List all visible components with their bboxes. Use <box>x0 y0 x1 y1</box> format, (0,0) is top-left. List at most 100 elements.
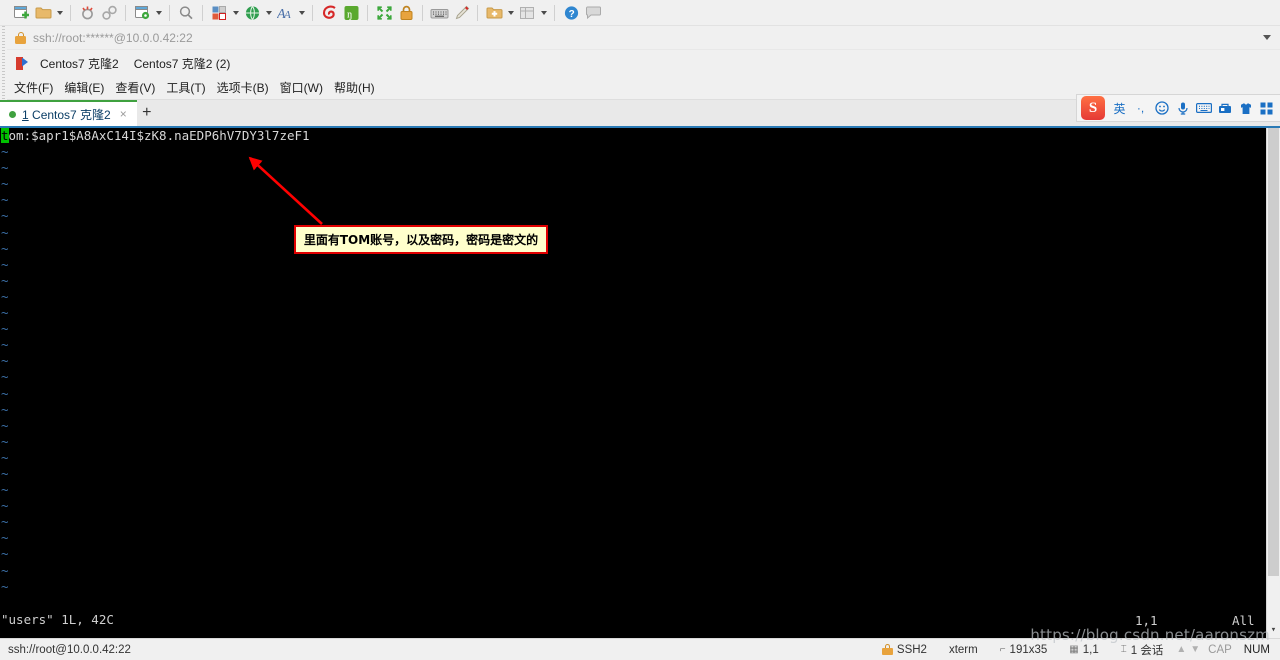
scroll-down-icon[interactable]: ▾ <box>1267 624 1280 636</box>
open-folder-icon[interactable] <box>32 2 54 24</box>
terminal-tilde-row: ~ <box>1 514 9 530</box>
terminal-line-text: om:$apr1$A8AxC14I$zK8.naEDP6hV7DY3l7zeF1 <box>8 128 310 143</box>
status-sessions: 1 会话 <box>1130 644 1164 657</box>
new-session-icon[interactable] <box>10 2 32 24</box>
padlock-icon[interactable] <box>395 2 417 24</box>
pen-icon[interactable] <box>450 2 472 24</box>
new-tab-button[interactable]: + <box>136 100 157 126</box>
bookmark-flag-icon <box>14 56 29 70</box>
terminal-text-area[interactable]: tom:$apr1$A8AxC14I$zK8.naEDP6hV7DY3l7zeF… <box>0 128 1266 638</box>
ime-mode-english-button[interactable]: 英 <box>1109 96 1130 120</box>
split-view-dropdown-icon[interactable] <box>538 2 549 24</box>
font-dropdown-icon[interactable] <box>296 2 307 24</box>
ime-punctuation-button[interactable]: ·, <box>1130 96 1151 120</box>
arrow-down-icon: ▼ <box>1190 644 1201 655</box>
ime-soft-keyboard-icon[interactable] <box>1193 96 1214 120</box>
terminal-tilde-row: ~ <box>1 144 9 160</box>
main-toolbar: A A ŋ ? <box>0 0 1280 26</box>
toolbar-separator <box>70 4 71 21</box>
tab-title: Centos7 克隆2 <box>28 107 111 122</box>
terminal-tilde-row: ~ <box>1 385 9 401</box>
toolbar-separator <box>554 4 555 21</box>
terminal-tilde-row: ~ <box>1 208 9 224</box>
vim-view-indicator: All <box>1232 613 1255 628</box>
session-properties-dropdown-icon[interactable] <box>153 2 164 24</box>
menu-edit[interactable]: 编辑(E) <box>64 79 115 96</box>
cursor-position-icon: ▦ <box>1069 644 1079 655</box>
address-bar[interactable]: ssh://root:******@10.0.0.42:22 <box>0 26 1280 50</box>
terminal-line-htpasswd: tom:$apr1$A8AxC14I$zK8.naEDP6hV7DY3l7zeF… <box>0 128 1266 144</box>
terminal-tilde-row: ~ <box>1 369 9 385</box>
link-icon[interactable] <box>98 2 120 24</box>
terminal-cursor: t <box>1 128 9 143</box>
status-size-cell: ⌐ 191x35 <box>989 644 1059 656</box>
bookmark-item-0[interactable]: Centos7 克隆2 <box>38 55 132 72</box>
tab-status-dot-icon <box>9 110 16 118</box>
annotation-callout: 里面有TOM账号，以及密码，密码是密文的 <box>294 225 548 254</box>
terminal-tilde-row: ~ <box>1 224 9 240</box>
terminal-tilde-row: ~ <box>1 417 9 433</box>
terminal-tilde-row: ~ <box>1 465 9 481</box>
terminal-tilde-row: ~ <box>1 321 9 337</box>
terminal-tilde-row: ~ <box>1 401 9 417</box>
ime-toolbox-icon[interactable] <box>1214 96 1235 120</box>
menu-file[interactable]: 文件(F) <box>14 79 64 96</box>
menu-tabs[interactable]: 选项卡(B) <box>217 79 280 96</box>
status-session-cell: ⌶ 1 会话 <box>1110 642 1175 658</box>
tab-index: 1 <box>22 107 29 122</box>
toolbar-separator <box>125 4 126 21</box>
menu-view[interactable]: 查看(V) <box>115 79 166 96</box>
terminal-scrollbar[interactable]: ▾ <box>1266 128 1280 638</box>
terminal-tilde-row: ~ <box>1 192 9 208</box>
add-folder-dropdown-icon[interactable] <box>505 2 516 24</box>
keyboard-icon[interactable] <box>428 2 450 24</box>
terminal-tilde-row: ~ <box>1 482 9 498</box>
chevron-down-icon[interactable] <box>1258 28 1276 48</box>
vim-cursor-position: 1,1 <box>1135 613 1158 628</box>
toolbar-separator <box>202 4 203 21</box>
status-cursor: 1,1 <box>1082 643 1099 656</box>
status-protocol-cell: SSH2 <box>871 644 938 656</box>
toolbar-separator <box>367 4 368 21</box>
lock-icon <box>881 644 893 655</box>
terminal-screen[interactable]: tom:$apr1$A8AxC14I$zK8.naEDP6hV7DY3l7zeF… <box>0 128 1280 638</box>
bookmark-bar: Centos7 克隆2 Centos7 克隆2 (2) <box>0 50 1280 76</box>
menu-window[interactable]: 窗口(W) <box>280 79 334 96</box>
toolbar-separator <box>169 4 170 21</box>
ime-voice-icon[interactable] <box>1172 96 1193 120</box>
scrollbar-thumb[interactable] <box>1268 128 1279 576</box>
layout-icon[interactable] <box>208 2 230 24</box>
globe-dropdown-icon[interactable] <box>263 2 274 24</box>
bookmark-item-1[interactable]: Centos7 克隆2 (2) <box>132 55 244 72</box>
sogou-logo-icon[interactable]: S <box>1081 96 1105 120</box>
close-icon[interactable]: × <box>117 108 130 120</box>
menu-tools[interactable]: 工具(T) <box>166 79 216 96</box>
terminal-tilde-row: ~ <box>1 578 9 594</box>
tab-centos7-clone2[interactable]: 1 Centos7 克隆2 × <box>0 100 137 126</box>
menu-help[interactable]: 帮助(H) <box>334 79 386 96</box>
ime-menu-icon[interactable] <box>1256 96 1277 120</box>
session-count-icon: ⌶ <box>1120 644 1127 655</box>
add-folder-icon[interactable] <box>483 2 505 24</box>
chat-icon[interactable] <box>582 2 604 24</box>
xshell-window: A A ŋ ? ssh://root:******@10.0.0.42:22 C… <box>0 0 1280 660</box>
open-folder-dropdown-icon[interactable] <box>54 2 65 24</box>
expand-icon[interactable] <box>373 2 395 24</box>
address-input[interactable]: ssh://root:******@10.0.0.42:22 <box>27 28 1258 48</box>
terminal-size-icon: ⌐ <box>999 644 1006 655</box>
svg-text:A: A <box>283 9 291 21</box>
layout-dropdown-icon[interactable] <box>230 2 241 24</box>
green-box-icon[interactable]: ŋ <box>340 2 362 24</box>
ime-skin-icon[interactable] <box>1235 96 1256 120</box>
font-icon[interactable]: A A <box>274 2 296 24</box>
ime-emoji-icon[interactable] <box>1151 96 1172 120</box>
search-icon[interactable] <box>175 2 197 24</box>
status-caps-lock: CAP <box>1208 643 1232 656</box>
help-icon[interactable]: ? <box>560 2 582 24</box>
split-view-icon[interactable] <box>516 2 538 24</box>
globe-icon[interactable] <box>241 2 263 24</box>
terminal-tilde-row: ~ <box>1 272 9 288</box>
disconnect-icon[interactable] <box>76 2 98 24</box>
spiral-icon[interactable] <box>318 2 340 24</box>
session-properties-icon[interactable] <box>131 2 153 24</box>
